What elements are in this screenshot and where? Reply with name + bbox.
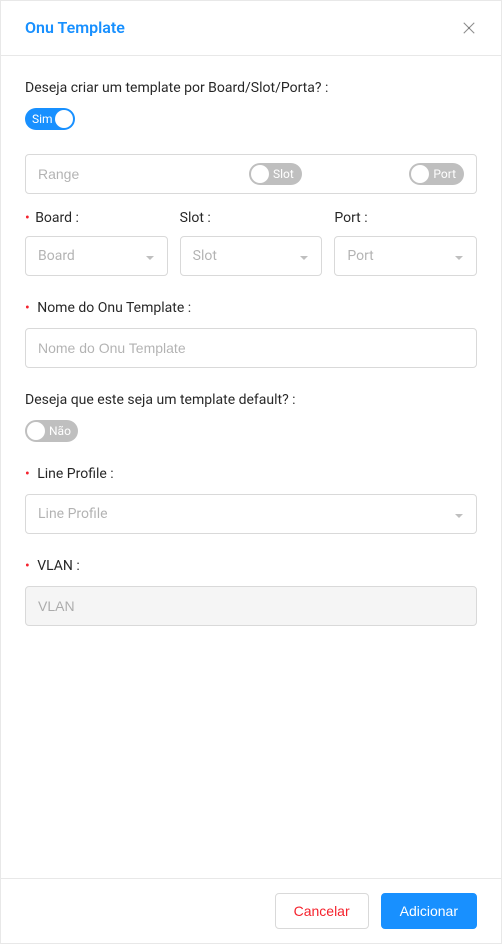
port-switch-text: Port (433, 167, 456, 181)
port-label: Port : (334, 210, 477, 226)
chevron-down-icon (145, 251, 155, 261)
switch-handle (27, 422, 45, 440)
slot-select[interactable]: Slot (180, 236, 323, 276)
modal-footer: Cancelar Adicionar (1, 878, 501, 943)
vlan-label: VLAN : (25, 558, 477, 574)
create-by-bsp-group: Deseja criar um template por Board/Slot/… (25, 80, 477, 276)
range-input[interactable] (38, 166, 219, 182)
chevron-down-icon (454, 251, 464, 261)
line-profile-select[interactable]: Line Profile (25, 494, 477, 534)
switch-on-text: Sim (32, 112, 53, 126)
line-profile-group: Line Profile : Line Profile (25, 466, 477, 534)
add-button[interactable]: Adicionar (381, 893, 477, 929)
slot-switch[interactable]: Slot (249, 163, 302, 185)
slot-col: Slot : Slot (180, 210, 323, 276)
board-slot-port-row: Board : Board Slot : Slot (25, 210, 477, 276)
cancel-button[interactable]: Cancelar (275, 893, 369, 929)
modal-body: Deseja criar um template por Board/Slot/… (1, 56, 501, 878)
line-profile-label: Line Profile : (25, 466, 477, 482)
port-col: Port : Port (334, 210, 477, 276)
vlan-group: VLAN : (25, 558, 477, 626)
modal-header: Onu Template (1, 1, 501, 56)
port-switch[interactable]: Port (409, 163, 464, 185)
switch-handle (411, 165, 429, 183)
close-icon[interactable] (461, 20, 477, 36)
modal-title: Onu Template (25, 17, 125, 39)
board-placeholder: Board (38, 248, 75, 264)
board-label: Board : (25, 210, 168, 226)
template-name-label: Nome do Onu Template : (25, 300, 477, 316)
onu-template-modal: Onu Template Deseja criar um template po… (0, 0, 502, 944)
board-col: Board : Board (25, 210, 168, 276)
template-name-group: Nome do Onu Template : (25, 300, 477, 368)
port-placeholder: Port (347, 248, 373, 264)
slot-label: Slot : (180, 210, 323, 226)
line-profile-placeholder: Line Profile (38, 506, 108, 522)
default-template-label: Deseja que este seja um template default… (25, 392, 477, 408)
range-row: Slot Port (25, 154, 477, 194)
chevron-down-icon (299, 251, 309, 261)
default-template-switch[interactable]: Não (25, 420, 78, 442)
create-by-bsp-switch[interactable]: Sim (25, 108, 75, 130)
slot-placeholder: Slot (193, 248, 217, 264)
chevron-down-icon (454, 509, 464, 519)
board-select[interactable]: Board (25, 236, 168, 276)
create-by-bsp-label: Deseja criar um template por Board/Slot/… (25, 80, 477, 96)
switch-handle (55, 110, 73, 128)
port-select[interactable]: Port (334, 236, 477, 276)
vlan-input (25, 586, 477, 626)
switch-off-text: Não (49, 424, 71, 438)
slot-switch-text: Slot (273, 167, 294, 181)
template-name-input[interactable] (25, 328, 477, 368)
switch-handle (251, 165, 269, 183)
default-template-group: Deseja que este seja um template default… (25, 392, 477, 442)
